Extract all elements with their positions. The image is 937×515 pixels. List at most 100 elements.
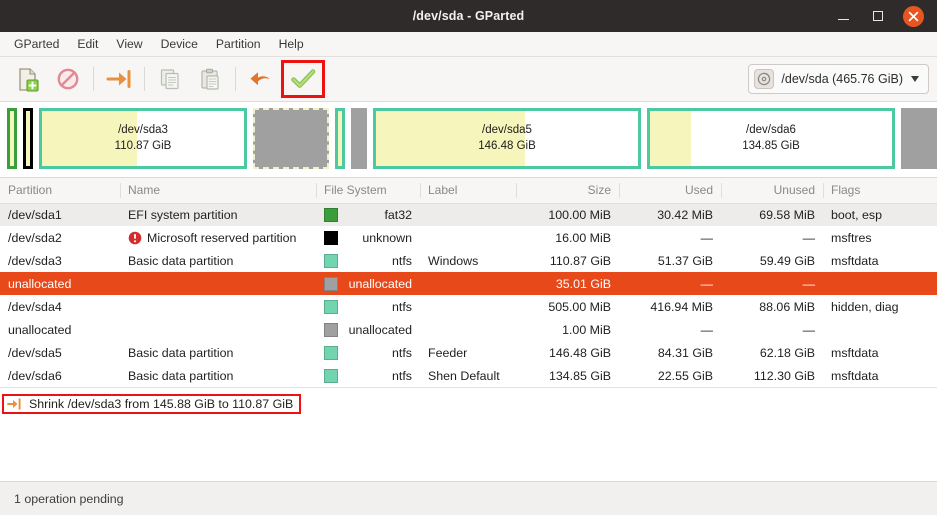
column-header-label[interactable]: Label xyxy=(420,178,516,204)
cell-flags: boot, esp xyxy=(823,203,937,226)
table-row[interactable]: /dev/sda4 ntfs 505.00 MiB 416.94 MiB 88.06 M… xyxy=(0,295,937,318)
disk-icon xyxy=(754,69,775,89)
sda1-graphic[interactable] xyxy=(7,108,17,169)
filesystem-color-swatch xyxy=(324,368,338,383)
table-row[interactable]: /dev/sda1 EFI system partition fat32 100.00… xyxy=(0,203,937,226)
filesystem-name: ntfs xyxy=(392,253,412,268)
table-row[interactable]: /dev/sda2 Microsoft reserved partition unk… xyxy=(0,226,937,249)
paste-icon xyxy=(201,68,219,90)
partition-name-text: EFI system partition xyxy=(128,207,238,222)
sda5-graphic[interactable]: /dev/sda5 146.48 GiB xyxy=(373,108,641,169)
minimize-button[interactable] xyxy=(835,8,852,25)
paste-button[interactable] xyxy=(190,61,230,97)
close-button[interactable] xyxy=(903,5,924,27)
sda4-graphic[interactable] xyxy=(335,108,345,169)
unallocated-graphic-selected[interactable] xyxy=(253,108,329,169)
undo-button[interactable] xyxy=(241,61,281,97)
cell-size: 146.48 GiB xyxy=(549,345,611,360)
device-selector[interactable]: /dev/sda (465.76 GiB) xyxy=(748,64,929,94)
cell-flags: msftres xyxy=(831,230,872,245)
cell-label: Windows xyxy=(428,253,479,268)
cell-label: Feeder xyxy=(428,345,468,360)
partition-name-text: Basic data partition xyxy=(128,253,234,268)
cell-filesystem: fat32 xyxy=(316,203,420,226)
prohibited-icon xyxy=(57,68,79,90)
partition-block xyxy=(23,108,33,169)
cell-filesystem: ntfs xyxy=(316,341,420,364)
green-checkmark-icon xyxy=(290,69,315,88)
minimize-icon xyxy=(838,18,849,21)
table-row[interactable]: unallocated unallocated 1.00 MiB — — xyxy=(0,318,937,341)
cell-label xyxy=(420,295,516,318)
column-header-used[interactable]: Used xyxy=(619,178,721,204)
filesystem-color-swatch xyxy=(324,230,338,245)
cell-unused: — xyxy=(802,322,815,337)
cell-used: — xyxy=(619,272,721,295)
cell-name xyxy=(120,318,316,341)
cell-size: 35.01 GiB xyxy=(516,272,619,295)
cell-name: Basic data partition xyxy=(120,249,316,272)
menu-item-partition[interactable]: Partition xyxy=(208,34,269,54)
table-row[interactable]: unallocated unallocated 35.01 GiB — — xyxy=(0,272,937,295)
maximize-button[interactable] xyxy=(869,8,886,25)
resize-move-button[interactable] xyxy=(99,61,139,97)
column-header-flags[interactable]: Flags xyxy=(823,178,937,204)
cell-partition: /dev/sda5 xyxy=(8,345,62,360)
column-header-name[interactable]: Name xyxy=(120,178,316,204)
table-row[interactable]: /dev/sda3 Basic data partition ntfs Windows… xyxy=(0,249,937,272)
status-text: 1 operation pending xyxy=(14,491,124,506)
resize-arrow-icon xyxy=(7,397,22,411)
close-icon xyxy=(908,11,919,21)
toolbar: /dev/sda (465.76 GiB) xyxy=(0,57,937,102)
cell-flags: hidden, diag xyxy=(831,299,899,314)
status-bar: 1 operation pending xyxy=(0,481,937,515)
toolbar-separator-3 xyxy=(235,67,236,91)
partition-block xyxy=(7,108,17,169)
table-header-row: Partition Name File System Label Size Us… xyxy=(0,178,937,204)
new-partition-button[interactable] xyxy=(8,61,48,97)
partition-table-wrapper: Partition Name File System Label Size Us… xyxy=(0,178,937,481)
filesystem-color-swatch xyxy=(324,276,338,291)
column-header-partition[interactable]: Partition xyxy=(0,178,120,204)
table-row[interactable]: /dev/sda5 Basic data partition ntfs Feeder 1… xyxy=(0,341,937,364)
menu-item-gparted[interactable]: GParted xyxy=(6,34,67,54)
copy-button[interactable] xyxy=(150,61,190,97)
cell-filesystem: ntfs xyxy=(316,295,420,318)
cell-size: 100.00 MiB xyxy=(516,203,619,226)
column-header-size[interactable]: Size xyxy=(516,178,619,204)
menu-item-view[interactable]: View xyxy=(108,34,150,54)
cell-size: 1.00 MiB xyxy=(562,322,611,337)
sda2-graphic[interactable] xyxy=(23,108,33,169)
pending-operation-item[interactable]: Shrink /dev/sda3 from 145.88 GiB to 110.… xyxy=(2,394,302,414)
apply-button[interactable] xyxy=(281,60,325,98)
resize-arrow-icon xyxy=(106,70,131,88)
cell-filesystem: unknown xyxy=(316,226,420,249)
cell-name xyxy=(120,272,316,295)
menu-item-edit[interactable]: Edit xyxy=(69,34,106,54)
column-header-filesystem[interactable]: File System xyxy=(316,178,420,204)
table-row[interactable]: /dev/sda6 Basic data partition ntfs Shen De… xyxy=(0,364,937,387)
column-header-unused[interactable]: Unused xyxy=(721,178,823,204)
filesystem-name: fat32 xyxy=(384,207,412,222)
sda3-graphic[interactable]: /dev/sda3 110.87 GiB xyxy=(39,108,247,169)
trailing-unallocated-graphic[interactable] xyxy=(901,108,937,169)
device-selector-label: /dev/sda (465.76 GiB) xyxy=(781,72,903,86)
warning-icon[interactable] xyxy=(128,231,142,245)
menu-item-device[interactable]: Device xyxy=(153,34,206,54)
partition-block xyxy=(253,108,329,169)
cell-flags xyxy=(823,318,937,341)
unallocated-graphic-small[interactable] xyxy=(351,108,367,169)
sda6-graphic[interactable]: /dev/sda6 134.85 GiB xyxy=(647,108,895,169)
filesystem-color-swatch xyxy=(324,345,338,360)
menu-bar: GParted Edit View Device Partition Help xyxy=(0,32,937,57)
copy-icon xyxy=(160,69,179,90)
cell-used: 416.94 MiB xyxy=(650,299,713,314)
delete-partition-button[interactable] xyxy=(48,61,88,97)
window-title: /dev/sda - GParted xyxy=(412,9,525,23)
cell-flags: msftdata xyxy=(831,368,879,383)
filesystem-name: ntfs xyxy=(392,345,412,360)
menu-item-help[interactable]: Help xyxy=(271,34,312,54)
cell-unused: 62.18 GiB xyxy=(759,345,815,360)
cell-unused: — xyxy=(721,272,823,295)
disk-graphic[interactable]: /dev/sda3 110.87 GiB/dev/sda5 146.48 GiB/d… xyxy=(0,102,937,178)
